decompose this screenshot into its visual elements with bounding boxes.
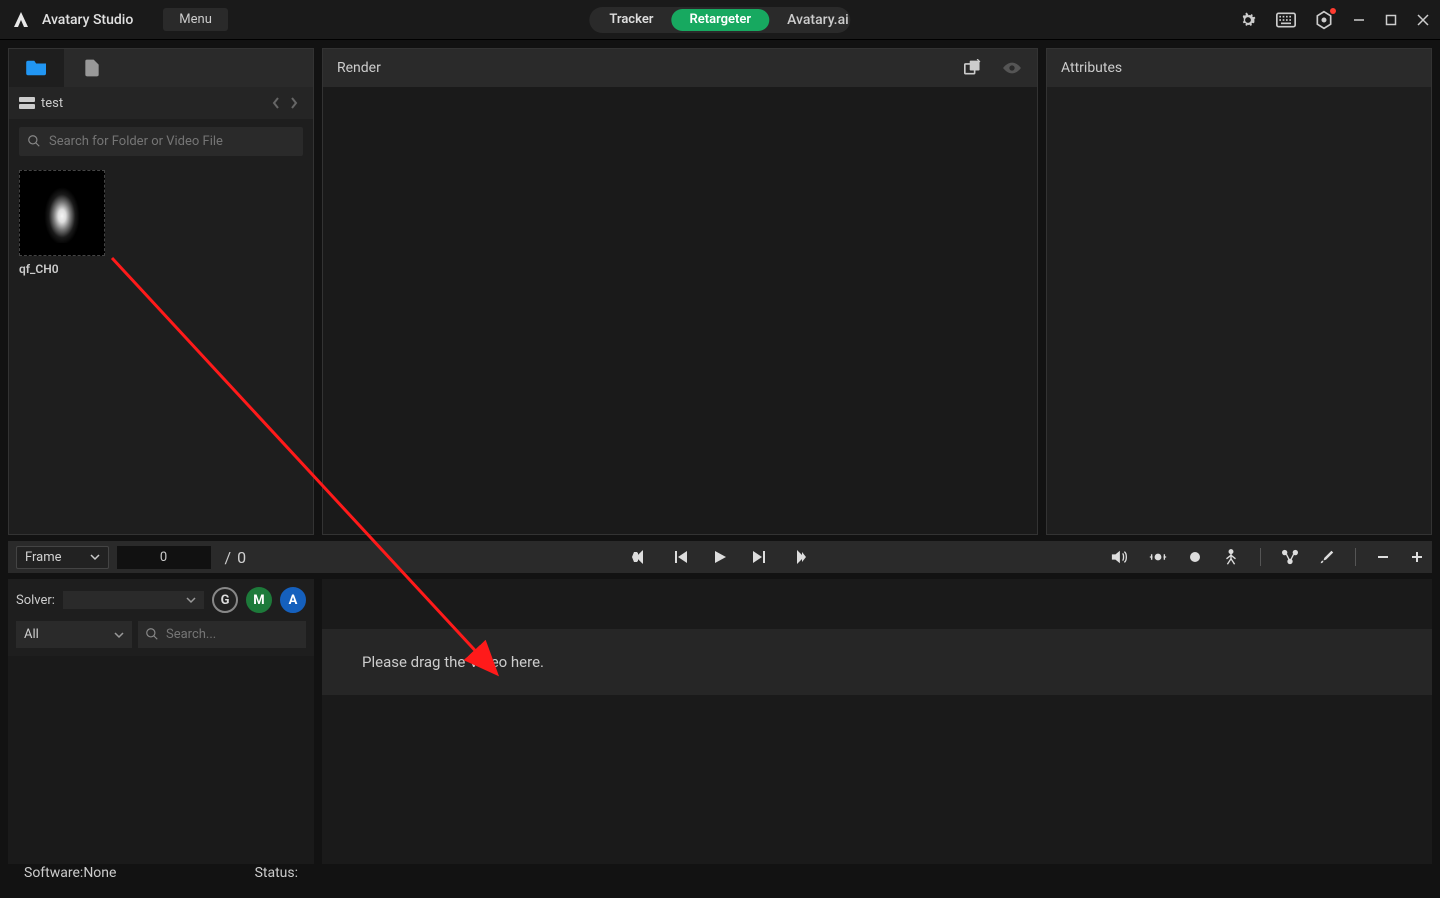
- tab-retargeter[interactable]: Retargeter: [672, 9, 770, 31]
- keyframe-icon[interactable]: [1188, 550, 1202, 564]
- filter-search-input[interactable]: [138, 621, 306, 648]
- render-viewport[interactable]: [323, 87, 1037, 534]
- solver-label: Solver:: [16, 593, 55, 608]
- close-button[interactable]: [1416, 13, 1430, 27]
- frame-label: Frame: [25, 550, 62, 565]
- status-software: Software:None: [24, 865, 116, 881]
- solver-row: Solver: G M A: [8, 579, 314, 621]
- keyboard-icon[interactable]: [1276, 10, 1296, 30]
- chevron-down-icon: [186, 596, 196, 604]
- chevron-down-icon: [114, 631, 124, 639]
- menu-button[interactable]: Menu: [163, 8, 228, 31]
- asset-label: qf_CH0: [19, 262, 109, 276]
- maximize-button[interactable]: [1384, 13, 1398, 27]
- frame-dropdown[interactable]: Frame: [16, 546, 109, 569]
- keyframe-range-icon[interactable]: [1148, 550, 1168, 564]
- go-start-button[interactable]: [632, 549, 650, 565]
- brush-icon[interactable]: [1319, 549, 1335, 565]
- minus-icon[interactable]: [1376, 550, 1390, 564]
- search-wrap: [19, 127, 303, 156]
- search-icon: [145, 627, 159, 641]
- badge-m[interactable]: M: [246, 587, 272, 613]
- file-panel: test qf_CH0: [8, 48, 314, 535]
- graph-icon[interactable]: [1281, 549, 1299, 565]
- solver-body: [8, 656, 314, 864]
- frame-slash: /: [225, 548, 232, 567]
- next-frame-button[interactable]: [752, 550, 766, 564]
- volume-icon[interactable]: [1110, 549, 1128, 565]
- play-button[interactable]: [712, 549, 728, 565]
- status-bar: Software:None Status:: [8, 858, 314, 888]
- badge-g[interactable]: G: [212, 587, 238, 613]
- title-bar: Avatary Studio Menu Tracker Retargeter A…: [0, 0, 1440, 40]
- status-label: Status:: [255, 865, 298, 881]
- status-status: Status:: [255, 865, 298, 881]
- chevron-down-icon: [90, 553, 100, 561]
- go-end-button[interactable]: [790, 549, 808, 565]
- drive-icon: [19, 97, 35, 109]
- app-logo-icon: [10, 9, 32, 31]
- app-title: Avatary Studio: [42, 12, 133, 28]
- asset-thumbnail: [19, 170, 105, 256]
- render-title: Render: [337, 60, 963, 76]
- folder-tab[interactable]: [9, 49, 64, 87]
- drop-text: Please drag the Video here.: [362, 653, 544, 671]
- asset-grid: qf_CH0: [9, 164, 313, 282]
- timeline-bar: Frame / 0: [8, 541, 1432, 573]
- breadcrumb-forward[interactable]: [285, 96, 303, 110]
- search-input[interactable]: [19, 127, 303, 156]
- settings-icon[interactable]: [1238, 10, 1258, 30]
- attributes-header: Attributes: [1047, 49, 1431, 87]
- plus-icon[interactable]: [1410, 550, 1424, 564]
- panel-tabs: [9, 49, 313, 87]
- filter-row: All: [8, 621, 314, 656]
- frame-total: 0: [237, 548, 246, 567]
- separator: [1260, 548, 1261, 566]
- visibility-icon[interactable]: [1001, 60, 1023, 76]
- title-right: [1238, 10, 1430, 30]
- prev-frame-button[interactable]: [674, 550, 688, 564]
- breadcrumb: test: [9, 87, 313, 119]
- tab-tracker[interactable]: Tracker: [591, 9, 671, 31]
- attributes-title: Attributes: [1061, 60, 1122, 76]
- minimize-button[interactable]: [1352, 13, 1366, 27]
- timeline-tools: [1110, 548, 1424, 566]
- rig-icon[interactable]: [1222, 548, 1240, 566]
- link-avatary-ai[interactable]: Avatary.ai: [787, 12, 849, 28]
- hexagon-icon[interactable]: [1314, 10, 1334, 30]
- playback-controls: [632, 549, 808, 565]
- nav-pills: Tracker Retargeter Avatary.ai: [589, 7, 850, 33]
- search-icon: [27, 134, 41, 148]
- filter-dropdown[interactable]: All: [16, 621, 132, 648]
- face-thumbnail-image: [40, 183, 84, 243]
- drop-panel: Please drag the Video here.: [322, 579, 1432, 864]
- badge-a[interactable]: A: [280, 587, 306, 613]
- filter-label: All: [24, 627, 39, 642]
- solver-dropdown[interactable]: [63, 591, 204, 609]
- render-panel: Render: [322, 48, 1038, 535]
- separator-2: [1355, 548, 1356, 566]
- attributes-panel: Attributes: [1046, 48, 1432, 535]
- video-drop-zone[interactable]: Please drag the Video here.: [322, 629, 1432, 695]
- breadcrumb-text: test: [41, 96, 267, 111]
- code-tab[interactable]: [64, 49, 119, 87]
- frame-input[interactable]: [117, 546, 211, 569]
- window-swap-icon[interactable]: [963, 59, 983, 77]
- filter-search-wrap: [138, 621, 306, 648]
- breadcrumb-back[interactable]: [267, 96, 285, 110]
- bottom-row: Solver: G M A All Please drag the: [8, 579, 1432, 864]
- asset-item[interactable]: qf_CH0: [19, 170, 109, 276]
- notification-dot: [1330, 8, 1336, 14]
- software-value: None: [83, 865, 116, 881]
- main-row: test qf_CH0: [0, 40, 1440, 535]
- solver-panel: Solver: G M A All: [8, 579, 314, 864]
- render-header: Render: [323, 49, 1037, 87]
- software-label: Software:: [24, 865, 83, 881]
